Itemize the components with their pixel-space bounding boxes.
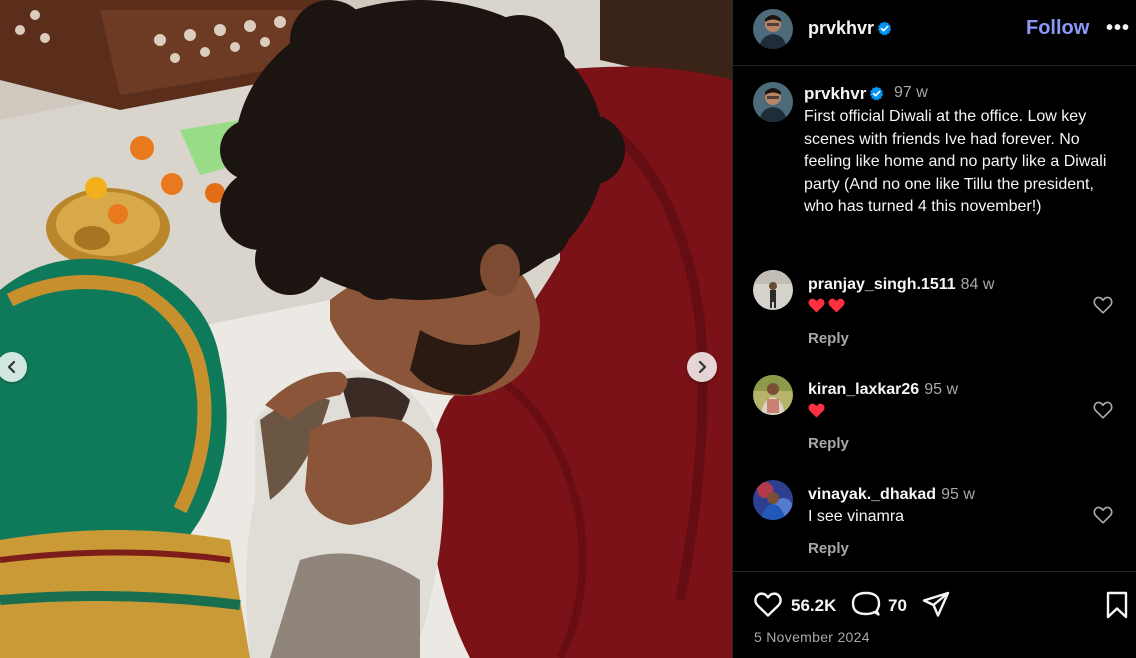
commenter-avatar[interactable] — [753, 375, 793, 415]
comment-username-text[interactable]: pranjay_singh.1511 — [808, 276, 956, 293]
comment-like-heart-icon[interactable] — [1092, 294, 1114, 316]
comment-username[interactable]: vinayak._dhakad 95 w — [808, 486, 975, 504]
comment-like-heart-icon[interactable] — [1092, 399, 1114, 421]
red-heart-emoji-icon — [808, 403, 825, 418]
comment-text: I see vinamra — [808, 508, 905, 525]
chevron-left-icon — [7, 360, 16, 374]
bookmark-icon[interactable] — [1105, 591, 1129, 619]
post-date[interactable]: 5 November 2024 — [754, 629, 870, 645]
comment-username[interactable]: kiran_laxkar26 95 w — [808, 381, 958, 399]
post-side-panel: prvkhvr Follow ••• prvkhvr 97 w First of… — [732, 0, 1136, 658]
caption-username-link[interactable]: prvkhvr — [804, 84, 884, 104]
author-username[interactable]: prvkhvr — [808, 18, 874, 38]
comment-timestamp[interactable]: 95 w — [941, 486, 975, 503]
comment-timestamp[interactable]: 84 w — [961, 276, 995, 293]
comments-scroll-area[interactable]: prvkhvr 97 w First official Diwali at th… — [733, 66, 1136, 571]
comment-item: vinayak._dhakad 95 w I see vinamra Reply — [733, 480, 1136, 571]
comment-username-text[interactable]: vinayak._dhakad — [808, 486, 936, 503]
heart-outline-icon[interactable] — [753, 590, 783, 618]
chevron-right-icon — [698, 360, 707, 374]
comment-username[interactable]: pranjay_singh.1511 84 w — [808, 276, 994, 294]
reply-button[interactable]: Reply — [808, 540, 849, 557]
caption-username[interactable]: prvkhvr — [804, 84, 866, 103]
comment-item: pranjay_singh.1511 84 w Reply — [733, 270, 1136, 370]
caption-author-avatar[interactable] — [753, 82, 793, 122]
author-username-link[interactable]: prvkhvr — [808, 18, 892, 39]
follow-button[interactable]: Follow — [1026, 17, 1089, 40]
author-avatar[interactable] — [753, 9, 793, 49]
paper-plane-icon[interactable] — [921, 590, 951, 618]
post-actions-bar: 56.2K 70 5 November 2024 — [733, 571, 1136, 658]
commenter-avatar[interactable] — [753, 270, 793, 310]
verified-badge-icon — [870, 86, 884, 101]
comment-like-heart-icon[interactable] — [1092, 504, 1114, 526]
commenter-avatar[interactable] — [753, 480, 793, 520]
reply-button[interactable]: Reply — [808, 435, 849, 452]
red-heart-emoji-icon — [828, 298, 845, 313]
post-photo — [0, 0, 732, 658]
comments-count[interactable]: 70 — [888, 596, 907, 616]
more-options-button[interactable]: ••• — [1106, 17, 1130, 40]
next-slide-button[interactable] — [687, 352, 717, 382]
likes-count[interactable]: 56.2K — [791, 596, 836, 616]
comment-text — [808, 403, 828, 421]
caption-timestamp[interactable]: 97 w — [894, 84, 928, 102]
reply-button[interactable]: Reply — [808, 330, 849, 347]
post-media[interactable] — [0, 0, 732, 658]
post-header: prvkhvr Follow ••• — [733, 0, 1136, 66]
comment-text — [808, 298, 848, 316]
verified-badge-icon — [877, 21, 892, 36]
caption-text: First official Diwali at the office. Low… — [804, 108, 1107, 215]
red-heart-emoji-icon — [808, 298, 825, 313]
speech-bubble-icon[interactable] — [851, 590, 881, 618]
comment-item: kiran_laxkar26 95 w Reply — [733, 375, 1136, 475]
comment-username-text[interactable]: kiran_laxkar26 — [808, 381, 919, 398]
comment-timestamp[interactable]: 95 w — [924, 381, 958, 398]
